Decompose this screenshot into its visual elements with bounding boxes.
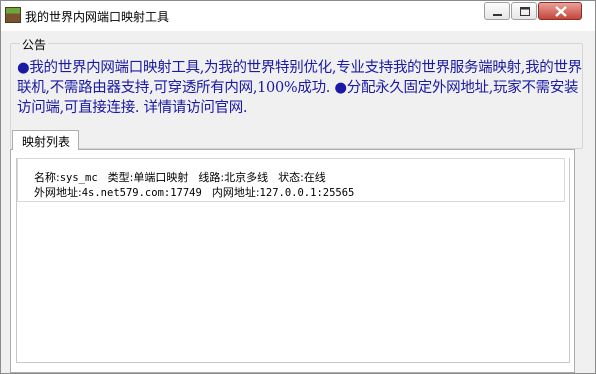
mapping-status: 在线: [303, 171, 326, 184]
close-icon: [555, 6, 567, 17]
name-label: 名称:: [34, 171, 60, 184]
mapping-list-item[interactable]: 名称:sys_mc 类型:单端口映射 线路:北京多线 状态:在线 外网地址:4s.ne…: [17, 158, 565, 202]
tab-mapping-list[interactable]: 映射列表: [12, 130, 79, 150]
mapping-name: sys_mc: [59, 172, 98, 184]
route-label: 线路:: [198, 171, 225, 184]
mapping-type: 单端口映射: [133, 171, 189, 184]
tab-label: 映射列表: [22, 135, 71, 149]
mapping-info-line-1: 名称:sys_mc 类型:单端口映射 线路:北京多线 状态:在线: [34, 169, 326, 185]
mapping-info-line-2: 外网地址:4s.net579.com:17749 内网地址:127.0.0.1:2…: [34, 184, 354, 200]
external-address-label: 外网地址:: [34, 186, 82, 199]
minimize-button[interactable]: [484, 2, 510, 20]
mapping-list[interactable]: 名称:sys_mc 类型:单端口映射 线路:北京多线 状态:在线 外网地址:4s.ne…: [16, 158, 570, 363]
notice-text: ●我的世界内网端口映射工具,为我的世界特别优化,专业支持我的世界服务端映射,我的…: [17, 60, 582, 116]
mapping-route: 北京多线: [224, 171, 269, 184]
status-label: 状态:: [278, 171, 304, 184]
window-title: 我的世界内网端口映射工具: [25, 10, 170, 24]
external-address: 4s.net579.com:17749: [81, 187, 202, 199]
close-button[interactable]: [538, 2, 582, 20]
minecraft-grass-block-icon: [5, 7, 21, 23]
title-bar[interactable]: 我的世界内网端口映射工具: [1, 1, 595, 31]
app-window: 我的世界内网端口映射工具 公告 ●我的世界内网端口映射工具,为我的世界特别优化,…: [0, 0, 596, 374]
internal-address: 127.0.0.1:25565: [259, 187, 355, 199]
client-area: 公告 ●我的世界内网端口映射工具,为我的世界特别优化,专业支持我的世界服务端映射…: [2, 31, 594, 373]
notice-groupbox: 公告 ●我的世界内网端口映射工具,为我的世界特别优化,专业支持我的世界服务端映射…: [10, 36, 583, 149]
internal-address-label: 内网地址:: [211, 186, 260, 199]
notice-legend: 公告: [20, 36, 49, 53]
minimize-icon: [493, 14, 502, 16]
mapping-list-panel: 名称:sys_mc 类型:单端口映射 线路:北京多线 状态:在线 外网地址:4s.ne…: [10, 149, 575, 373]
maximize-icon: [520, 7, 530, 16]
maximize-button[interactable]: [511, 2, 537, 20]
type-label: 类型:: [107, 171, 134, 184]
